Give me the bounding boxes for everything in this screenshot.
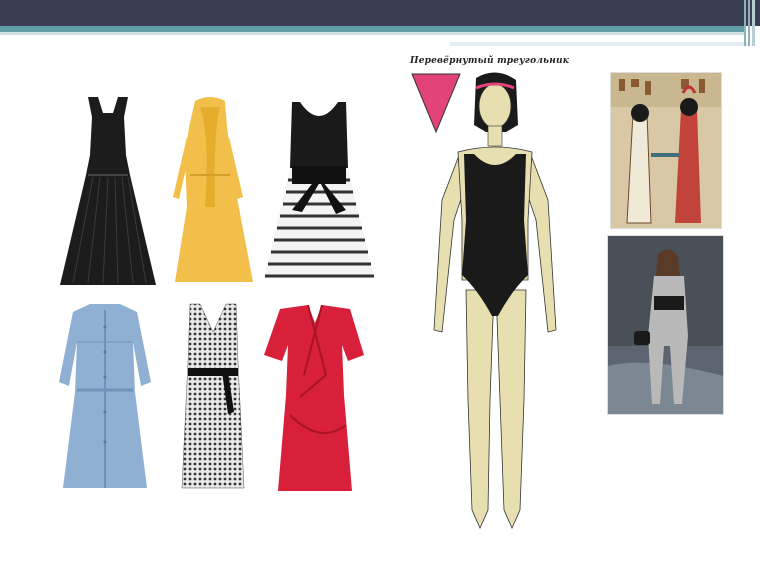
striped-skirt-dress-image: [264, 102, 374, 278]
red-wrap-dress-image: [264, 305, 364, 491]
halter-pleated-dress-image: [60, 97, 156, 285]
print-wrap-dress-image: [181, 303, 245, 489]
slide-title: Перевёрнутый треугольник: [410, 56, 569, 66]
header-stripes: [744, 0, 756, 46]
slide-header-bar: [0, 0, 760, 26]
runway-model-photo: [607, 235, 724, 415]
body-shape-figure: [433, 72, 557, 529]
egyptian-fresco-image: [610, 72, 722, 229]
slide-header-accent-light: [0, 32, 745, 35]
yellow-tie-neck-dress-image: [173, 97, 253, 282]
denim-shirt-dress-image: [59, 304, 151, 488]
slide-header-accent-line: [450, 42, 750, 46]
